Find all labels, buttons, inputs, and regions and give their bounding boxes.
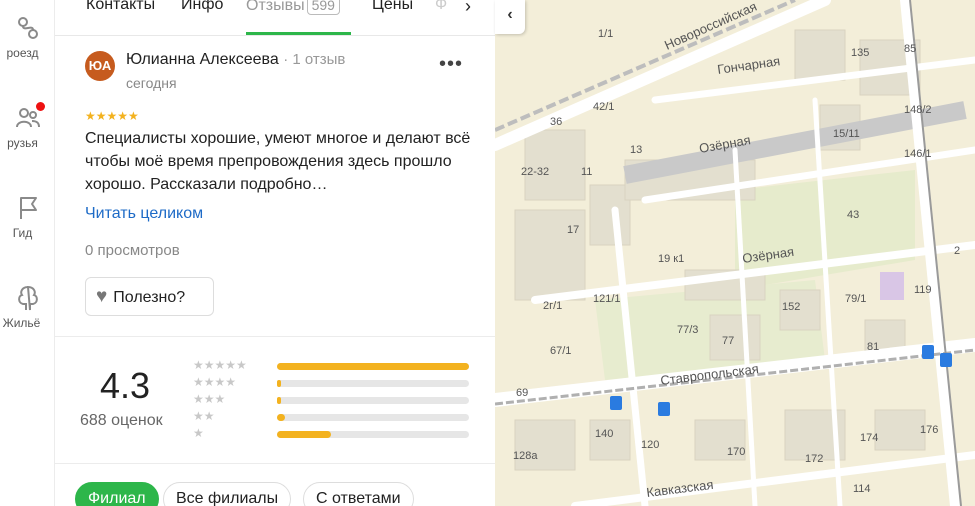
house-number-label: 170 xyxy=(727,446,745,458)
house-number-label: 172 xyxy=(805,453,823,465)
house-number-label: 140 xyxy=(595,428,613,440)
rail-item-label: Гид xyxy=(12,226,33,240)
histogram-stars: ★★★★★ xyxy=(193,358,247,372)
review-text: Специалисты хорошие, умеют многое и дела… xyxy=(85,130,471,193)
notification-badge xyxy=(36,102,45,111)
house-number-label: 69 xyxy=(516,387,528,399)
house-number-label: 11 xyxy=(581,166,592,178)
house-number-label: 19 к1 xyxy=(658,253,684,265)
house-number-label: 119 xyxy=(914,284,932,296)
tab-photos[interactable]: Ф xyxy=(435,0,447,14)
histogram-bar xyxy=(277,414,469,421)
histogram-bar xyxy=(277,431,469,438)
house-number-label: 43 xyxy=(847,209,859,221)
chevron-left-icon: ‹ xyxy=(507,6,513,23)
tab-info[interactable]: Инфо xyxy=(181,0,223,14)
tab-reviews[interactable]: Отзывы 599 xyxy=(246,0,340,15)
more-options-icon[interactable]: ••• xyxy=(439,53,463,76)
collapse-panel-button[interactable]: ‹ xyxy=(495,0,525,34)
rating-count: 688 оценок xyxy=(80,412,163,429)
house-number-label: 79/1 xyxy=(845,293,866,305)
house-number-label: 22-32 xyxy=(521,166,549,178)
reviews-panel: Контакты Инфо Отзывы 599 Цены Ф › ЮА Юлиа… xyxy=(55,0,495,506)
left-rail: роезд рузья Гид Жильё xyxy=(0,0,55,506)
rating-summary: 4.3 688 оценок ★★★★★ ★★★★ ★★★ ★★ ★ xyxy=(55,339,495,464)
filter-all-branches[interactable]: Все филиалы xyxy=(163,482,292,506)
histogram-fill xyxy=(277,397,281,404)
histogram-stars: ★★★★ xyxy=(193,375,237,389)
rail-item-guide[interactable]: Гид xyxy=(0,194,55,240)
house-number-label: 121/1 xyxy=(593,293,621,305)
flag-icon xyxy=(19,197,37,219)
house-number-label: 120 xyxy=(641,439,659,451)
rail-item-friends[interactable]: рузья xyxy=(0,102,55,150)
review-card: ЮА Юлианна Алексеева · 1 отзыв сегодня •… xyxy=(55,37,495,337)
filter-with-answers[interactable]: С ответами xyxy=(303,482,414,506)
house-number-label: 36 xyxy=(550,116,562,128)
histogram-bar xyxy=(277,380,469,387)
house-number-label: 77/3 xyxy=(677,324,698,336)
histogram-stars: ★★ xyxy=(193,409,215,423)
house-number-label: 114 xyxy=(853,483,871,495)
house-number-label: 174 xyxy=(860,432,878,444)
house-number-label: 15/11 xyxy=(833,128,860,140)
house-number-label: 67/1 xyxy=(550,345,571,357)
house-number-label: 176 xyxy=(920,424,938,436)
histogram-bar xyxy=(277,397,469,404)
house-number-label: 148/2 xyxy=(904,104,932,116)
rail-item-label: Жильё xyxy=(2,316,41,330)
rail-item-housing[interactable]: Жильё xyxy=(0,284,55,330)
review-author[interactable]: Юлианна Алексеева · 1 отзыв xyxy=(126,51,345,69)
map-canvas[interactable]: Новороссийская Гончарная Озёрная Озёрная… xyxy=(495,0,975,506)
histogram-stars: ★ xyxy=(193,426,204,440)
tab-contacts[interactable]: Контакты xyxy=(86,0,155,14)
author-review-count: · 1 отзыв xyxy=(283,51,346,68)
tab-bar: Контакты Инфо Отзывы 599 Цены Ф › xyxy=(55,0,495,36)
house-number-label: 81 xyxy=(867,341,879,353)
house-number-label: 42/1 xyxy=(593,101,614,113)
rail-item-label: роезд xyxy=(6,46,39,60)
housing-icon xyxy=(17,285,38,311)
rail-item-label: рузья xyxy=(7,136,38,150)
tab-reviews-label: Отзывы xyxy=(246,0,305,14)
house-number-label: 128а xyxy=(513,450,538,462)
avatar[interactable]: ЮА xyxy=(85,51,115,81)
rail-item-route[interactable]: роезд xyxy=(0,14,55,60)
histogram-stars: ★★★ xyxy=(193,392,226,406)
map[interactable]: Новороссийская Гончарная Озёрная Озёрная… xyxy=(495,0,975,506)
review-stars: ★★★★★ xyxy=(85,109,139,123)
rating-score: 4.3 xyxy=(100,365,151,406)
house-number-label: 152 xyxy=(782,301,800,313)
house-number-label: 2 xyxy=(954,245,960,257)
house-number-label: 2г/1 xyxy=(543,300,562,312)
house-number-label: 85 xyxy=(904,43,916,55)
author-name[interactable]: Юлианна Алексеева xyxy=(126,51,279,68)
histogram-fill xyxy=(277,380,281,387)
histogram-fill xyxy=(277,414,285,421)
tab-prices[interactable]: Цены xyxy=(372,0,413,14)
house-number-label: 77 xyxy=(722,335,734,347)
house-number-label: 13 xyxy=(630,144,642,156)
active-tab-indicator xyxy=(246,32,351,35)
heart-icon: ♥ xyxy=(96,286,108,307)
house-number-label: 146/1 xyxy=(904,148,932,160)
histogram-bar xyxy=(277,363,469,370)
read-more-link[interactable]: Читать целиком xyxy=(85,205,203,223)
useful-button[interactable]: ♥ Полезно? xyxy=(85,277,214,316)
histogram-fill xyxy=(277,431,331,438)
filter-branch[interactable]: Филиал xyxy=(75,482,159,506)
filter-chips: Филиал Все филиалы С ответами xyxy=(55,478,495,506)
review-views: 0 просмотров xyxy=(85,242,180,259)
house-number-label: 135 xyxy=(851,47,869,59)
review-date: сегодня xyxy=(126,75,177,91)
histogram-fill xyxy=(277,363,469,370)
house-number-label: 17 xyxy=(567,224,579,236)
route-icon xyxy=(17,17,38,39)
useful-label: Полезно? xyxy=(113,289,186,306)
chevron-right-icon[interactable]: › xyxy=(465,0,471,17)
house-number-label: 1/1 xyxy=(598,28,613,40)
reviews-count-badge: 599 xyxy=(306,0,340,15)
